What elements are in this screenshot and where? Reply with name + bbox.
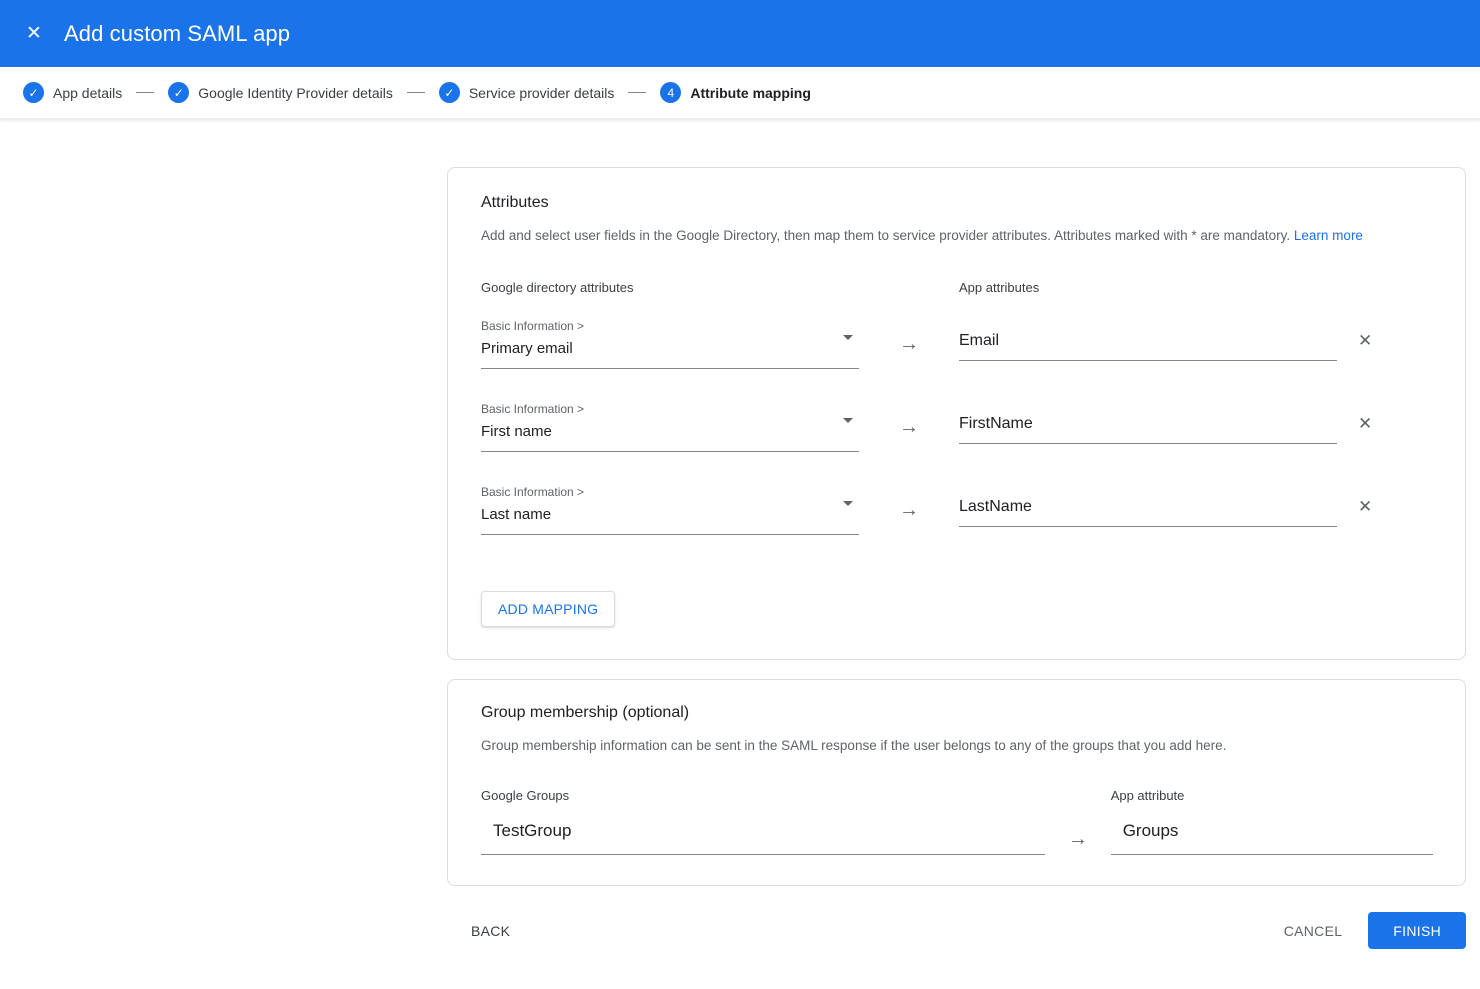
step-check-icon: ✓ — [439, 82, 460, 103]
content-area: Attributes Add and select user fields in… — [0, 119, 1480, 949]
attributes-description: Add and select user fields in the Google… — [481, 226, 1433, 246]
dialog-header: ✕ Add custom SAML app — [0, 0, 1480, 67]
directory-attribute-select[interactable]: Basic Information > Primary email — [481, 319, 859, 369]
dialog-footer: BACK CANCEL FINISH — [447, 912, 1466, 949]
group-mapping-arrow-icon: → — [1045, 788, 1111, 851]
step-label: Google Identity Provider details — [198, 85, 393, 101]
app-attribute-header: App attribute — [1111, 788, 1433, 803]
close-icon[interactable]: ✕ — [14, 14, 54, 54]
mapping-list: Basic Information > Primary email → ✕ Ba… — [481, 319, 1433, 535]
step-connector — [136, 92, 154, 93]
app-attributes-header: App attributes — [959, 280, 1039, 295]
mapping-row: Basic Information > Last name → ✕ — [481, 485, 1433, 535]
attributes-title: Attributes — [481, 194, 1433, 212]
select-value: Last name — [481, 506, 859, 523]
step-check-icon: ✓ — [23, 82, 44, 103]
google-groups-column: Google Groups — [481, 788, 1045, 855]
step-connector — [407, 92, 425, 93]
dropdown-arrow-icon — [843, 418, 853, 423]
cancel-button[interactable]: CANCEL — [1284, 923, 1343, 939]
mapping-arrow-icon: → — [859, 485, 959, 522]
mapping-arrow-icon: → — [859, 319, 959, 356]
directory-attribute-select[interactable]: Basic Information > Last name — [481, 485, 859, 535]
footer-right-actions: CANCEL FINISH — [1284, 912, 1466, 949]
step-label: App details — [53, 85, 122, 101]
directory-attribute-select[interactable]: Basic Information > First name — [481, 402, 859, 452]
mapping-row: Basic Information > First name → ✕ — [481, 402, 1433, 452]
remove-mapping-icon[interactable]: ✕ — [1358, 332, 1372, 349]
app-attribute-input[interactable] — [959, 332, 1337, 361]
dropdown-arrow-icon — [843, 501, 853, 506]
dropdown-arrow-icon — [843, 335, 853, 340]
finish-button[interactable]: FINISH — [1368, 912, 1466, 949]
group-membership-card: Group membership (optional) Group member… — [447, 679, 1466, 887]
back-button[interactable]: BACK — [471, 923, 510, 939]
select-value: Primary email — [481, 340, 859, 357]
app-attribute-column: App attribute — [1111, 788, 1433, 855]
group-membership-title: Group membership (optional) — [481, 704, 1433, 722]
learn-more-link[interactable]: Learn more — [1294, 228, 1363, 243]
select-value: First name — [481, 423, 859, 440]
google-directory-attributes-header: Google directory attributes — [481, 280, 959, 295]
google-groups-input[interactable] — [481, 821, 1045, 855]
mapping-row: Basic Information > Primary email → ✕ — [481, 319, 1433, 369]
add-custom-saml-app-dialog: ✕ Add custom SAML app ✓ App details ✓ Go… — [0, 0, 1480, 949]
google-groups-header: Google Groups — [481, 788, 1045, 803]
step-label: Attribute mapping — [690, 85, 811, 101]
attributes-description-text: Add and select user fields in the Google… — [481, 228, 1290, 243]
group-mapping-row: Google Groups → App attribute — [481, 788, 1433, 855]
mapping-column-headers: Google directory attributes App attribut… — [481, 280, 1433, 295]
remove-mapping-icon[interactable]: ✕ — [1358, 415, 1372, 432]
remove-mapping-icon[interactable]: ✕ — [1358, 498, 1372, 515]
app-attribute-input[interactable] — [959, 498, 1337, 527]
step-connector — [628, 92, 646, 93]
step-check-icon: ✓ — [168, 82, 189, 103]
step-attribute-mapping[interactable]: 4 Attribute mapping — [660, 82, 811, 103]
mapping-arrow-icon: → — [859, 402, 959, 439]
group-membership-description: Group membership information can be sent… — [481, 736, 1433, 756]
add-mapping-button[interactable]: ADD MAPPING — [481, 591, 615, 627]
select-category-label: Basic Information > — [481, 485, 859, 499]
step-label: Service provider details — [469, 85, 615, 101]
attributes-card: Attributes Add and select user fields in… — [447, 167, 1466, 660]
select-category-label: Basic Information > — [481, 402, 859, 416]
stepper: ✓ App details ✓ Google Identity Provider… — [0, 67, 1480, 119]
app-attribute-input[interactable] — [959, 415, 1337, 444]
step-service-provider-details[interactable]: ✓ Service provider details — [439, 82, 615, 103]
select-category-label: Basic Information > — [481, 319, 859, 333]
step-google-idp-details[interactable]: ✓ Google Identity Provider details — [168, 82, 393, 103]
dialog-title: Add custom SAML app — [64, 21, 290, 47]
step-app-details[interactable]: ✓ App details — [23, 82, 122, 103]
group-app-attribute-input[interactable] — [1111, 821, 1433, 855]
step-number: 4 — [660, 82, 681, 103]
